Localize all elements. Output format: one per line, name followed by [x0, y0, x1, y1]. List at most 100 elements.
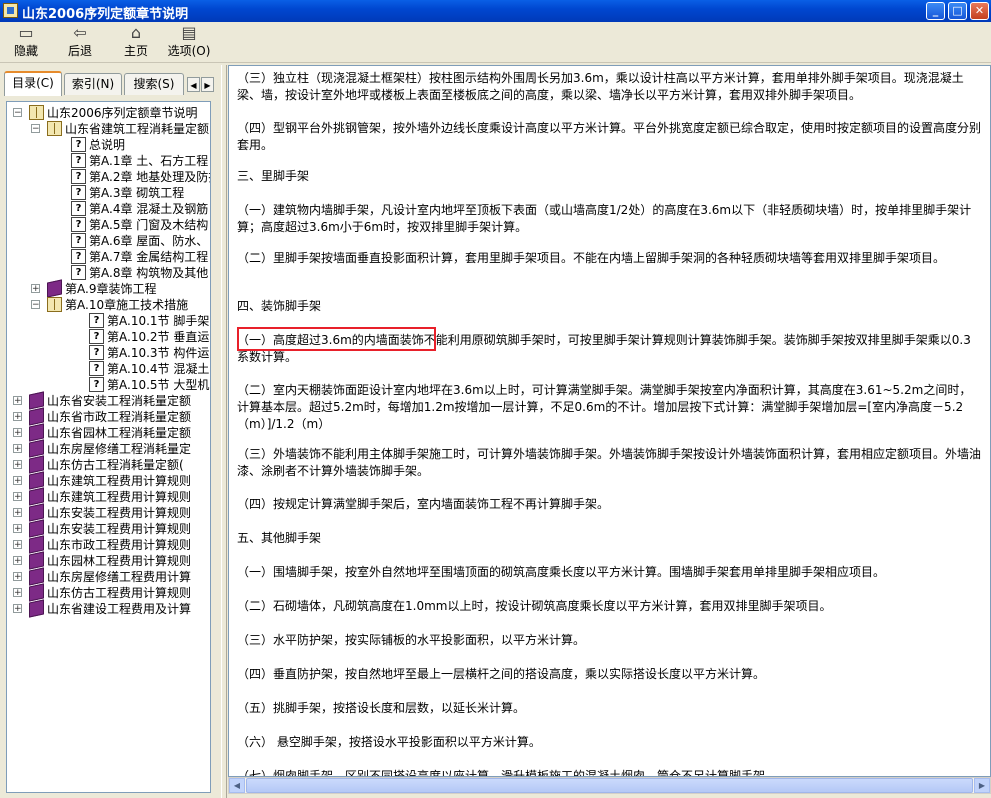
content-paragraph: 四、装饰脚手架 — [237, 299, 322, 313]
tree-item-label: 第A.7章 金属结构工程 — [89, 250, 209, 264]
expand-icon[interactable]: + — [13, 460, 22, 470]
tree-item-label: 山东建筑工程费用计算规则 — [47, 490, 192, 504]
options-icon: ▤ — [181, 23, 197, 42]
expand-icon[interactable]: + — [13, 428, 22, 438]
tree-item-label: 第A.1章 土、石方工程 — [89, 154, 209, 168]
help-topic-icon: ? — [71, 137, 86, 152]
content-paragraph: （二）室内天棚装饰面距设计室内地坪在3.6m以上时，可计算满堂脚手架。满堂脚手架… — [237, 383, 972, 431]
content-paragraph: （三）外墙装饰不能利用主体脚手架施工时，可计算外墙装饰脚手架。外墙装饰脚手架按设… — [237, 447, 982, 478]
tree-item-label: 第A.8章 构筑物及其他 — [89, 266, 209, 280]
expand-icon[interactable]: + — [13, 604, 22, 614]
pane-splitter[interactable] — [221, 65, 227, 798]
help-topic-icon: ? — [71, 249, 86, 264]
app-icon[interactable] — [3, 3, 18, 18]
expand-icon[interactable]: + — [13, 588, 22, 598]
tree-item-label: 第A.5章 门窗及木结构 — [89, 218, 209, 232]
home-button[interactable]: ⌂ 主页 — [118, 24, 154, 60]
book-closed-icon — [29, 599, 44, 618]
horizontal-scrollbar[interactable]: ◀ ▶ — [228, 777, 991, 794]
help-topic-icon: ? — [71, 233, 86, 248]
contents-tree[interactable]: − 山东2006序列定额章节说明 − 山东省建筑工程消耗量定额? 总说明? 第A.1章 土… — [6, 101, 211, 793]
expand-icon[interactable]: + — [13, 412, 22, 422]
help-topic-icon: ? — [71, 265, 86, 280]
expand-icon[interactable]: + — [13, 508, 22, 518]
expand-icon[interactable]: + — [13, 444, 22, 454]
content-paragraph: （四）垂直防护架，按自然地坪至最上一层横杆之间的搭设高度，乘以实际搭设长度以平方… — [237, 667, 766, 681]
content-paragraph: （三）独立柱（现浇混凝土框架柱）按柱图示结构外围周长另加3.6m，乘以设计柱高以… — [237, 71, 964, 102]
tree-item-label: 第A.10章施工技术措施 — [65, 298, 189, 312]
content-paragraph: （五）挑脚手架，按搭设长度和层数，以延长米计算。 — [237, 701, 526, 715]
tree-item-label: 第A.9章装饰工程 — [65, 282, 157, 296]
expand-icon[interactable]: + — [13, 572, 22, 582]
content-paragraph: 五、其他脚手架 — [237, 531, 322, 545]
tree-item-label: 山东2006序列定额章节说明 — [47, 106, 198, 120]
tree-item-label: 山东安装工程费用计算规则 — [47, 522, 192, 536]
tree-item-label: 第A.3章 砌筑工程 — [89, 186, 185, 200]
scroll-right-button[interactable]: ▶ — [974, 778, 990, 793]
expand-icon[interactable]: + — [13, 396, 22, 406]
minimize-button[interactable]: _ — [926, 2, 945, 20]
tree-item-label: 第A.10.5节 大型机 — [107, 378, 210, 392]
collapse-icon[interactable]: − — [31, 124, 40, 134]
expand-icon[interactable]: + — [13, 556, 22, 566]
maximize-button[interactable]: □ — [948, 2, 967, 20]
content-paragraph: （一）建筑物内墙脚手架，凡设计室内地坪至顶板下表面（或山墙高度1/2处）的高度在… — [237, 203, 972, 234]
content-paragraph: （六） 悬空脚手架，按搭设水平投影面积以平方米计算。 — [237, 735, 541, 749]
help-topic-icon: ? — [71, 185, 86, 200]
window-title: 山东2006序列定额章节说明 — [22, 7, 189, 22]
book-closed-icon — [47, 279, 62, 298]
scroll-left-button[interactable]: ◀ — [229, 778, 245, 793]
collapse-icon[interactable]: − — [13, 108, 22, 118]
tree-item-label: 山东省安装工程消耗量定额 — [47, 394, 192, 408]
help-topic-icon: ? — [71, 169, 86, 184]
close-button[interactable]: ✕ — [970, 2, 989, 20]
content-paragraph: （一）高度超过3.6m的内墙面装饰不能利用原砌筑脚手架时，可按里脚手架计算规则计… — [237, 333, 971, 364]
expand-icon[interactable]: + — [13, 476, 22, 486]
help-topic-icon: ? — [71, 217, 86, 232]
title-bar: 山东2006序列定额章节说明 _ □ ✕ — [0, 0, 991, 22]
help-topic-icon: ? — [89, 329, 104, 344]
tab-contents[interactable]: 目录(C) — [4, 71, 62, 96]
expand-icon[interactable]: + — [31, 284, 40, 294]
tree-item-label: 山东房屋修缮工程消耗量定 — [47, 442, 192, 456]
content-paragraph: （二）里脚手架按墙面垂直投影面积计算，套用里脚手架项目。不能在内墙上留脚手架洞的… — [237, 251, 946, 265]
content-paragraph: 三、里脚手架 — [237, 169, 310, 183]
expand-icon[interactable]: + — [13, 492, 22, 502]
options-button[interactable]: ▤ 选项(O) — [166, 24, 212, 60]
tree-item-label: 山东省建筑工程消耗量定额 — [65, 122, 210, 136]
hide-button[interactable]: ▭ 隐藏 — [8, 24, 44, 60]
tree-item-label: 第A.6章 屋面、防水、 — [89, 234, 209, 248]
tree-item-label: 山东省园林工程消耗量定额 — [47, 426, 192, 440]
hide-label: 隐藏 — [13, 44, 38, 58]
tree-item-label: 山东安装工程费用计算规则 — [47, 506, 192, 520]
tree-item-label: 第A.10.4节 混凝土 — [107, 362, 210, 376]
help-topic-icon: ? — [89, 345, 104, 360]
book-open-icon — [29, 105, 44, 120]
tree-item-label: 山东园林工程费用计算规则 — [47, 554, 192, 568]
tree-item-label: 山东仿古工程费用计算规则 — [47, 586, 192, 600]
tab-search[interactable]: 搜索(S) — [124, 73, 184, 95]
tree-item-label: 第A.2章 地基处理及防护 — [89, 170, 211, 184]
expand-icon[interactable]: + — [13, 540, 22, 550]
content-paragraph: （七）烟囱脚手架，区别不同搭设高度以座计算。滑升模板施工的混凝土烟囱，筒仓不另计… — [237, 769, 778, 777]
toolbar: ▭ 隐藏 ⇦ 后退 ⌂ 主页 ▤ 选项(O) — [0, 22, 991, 63]
nav-tabs: 目录(C) 索引(N) 搜索(S) ◀ ▶ — [2, 71, 221, 96]
tree-item-label: 第A.10.3节 构件运 — [107, 346, 210, 360]
back-button[interactable]: ⇦ 后退 — [62, 24, 98, 60]
content-paragraph: （三）水平防护架，按实际铺板的水平投影面积，以平方米计算。 — [237, 633, 586, 647]
topic-content: （三）独立柱（现浇混凝土框架柱）按柱图示结构外围周长另加3.6m，乘以设计柱高以… — [228, 65, 991, 777]
back-arrow-icon: ⇦ — [73, 23, 87, 42]
tab-index[interactable]: 索引(N) — [64, 73, 122, 95]
scroll-thumb[interactable] — [246, 778, 973, 793]
expand-icon[interactable]: + — [13, 524, 22, 534]
collapse-icon[interactable]: − — [31, 300, 40, 310]
navigation-pane: 目录(C) 索引(N) 搜索(S) ◀ ▶ − 山东2006序列定额章节说明 − 山东… — [0, 65, 221, 798]
tab-scroll-left-button[interactable]: ◀ — [187, 77, 200, 92]
content-paragraph: （四）型钢平台外挑钢管架，按外墙外边线长度乘设计高度以平方米计算。平台外挑宽度定… — [237, 121, 982, 152]
tree-item-label: 山东房屋修缮工程费用计算 — [47, 570, 192, 584]
options-label: 选项(O) — [167, 44, 211, 58]
tree-item-label: 山东仿古工程消耗量定额( — [47, 458, 184, 472]
tab-scroll-right-button[interactable]: ▶ — [201, 77, 214, 92]
tree-item-label: 第A.10.2节 垂直运 — [107, 330, 210, 344]
tree-item-label: 总说明 — [89, 138, 126, 152]
